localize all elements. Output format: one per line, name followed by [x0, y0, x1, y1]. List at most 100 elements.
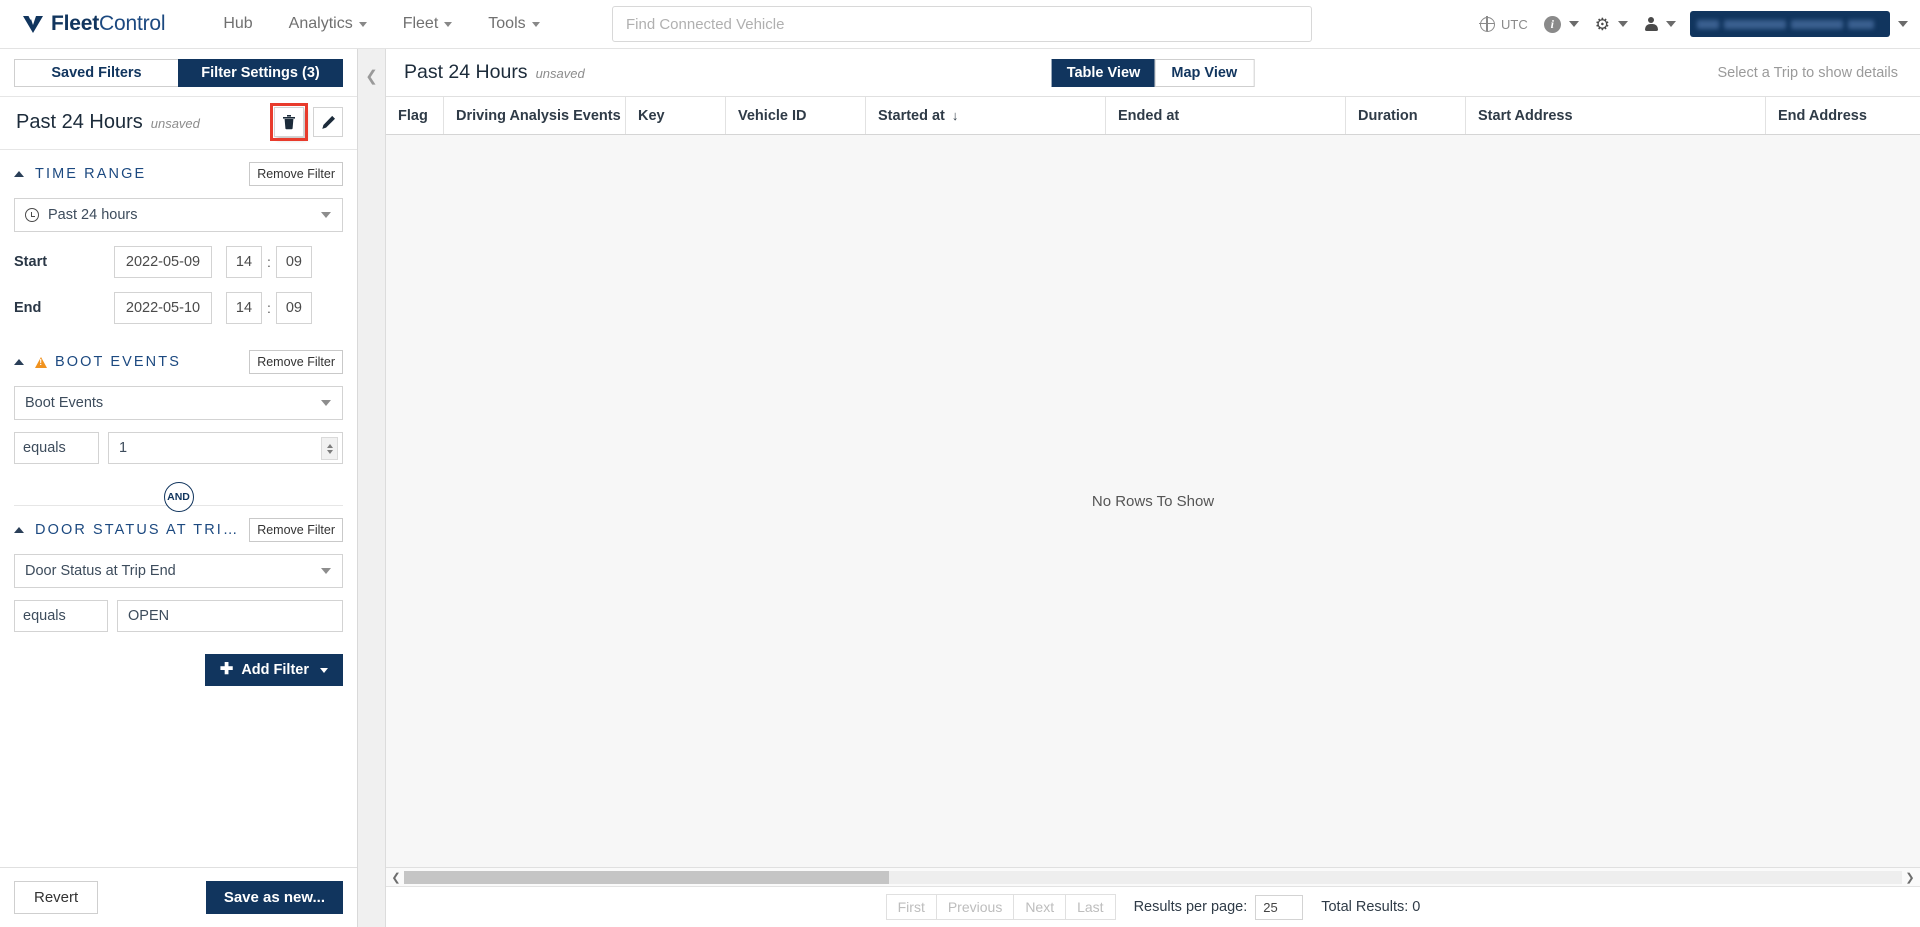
total-results-label: Total Results: 0	[1321, 899, 1421, 915]
primary-nav-links: Hub Analytics Fleet Tools	[205, 0, 557, 49]
boot-events-field-select[interactable]: Boot Events	[14, 386, 343, 420]
boot-events-operator-select[interactable]: equals	[14, 432, 99, 464]
table-header-key[interactable]: Key	[626, 97, 726, 134]
number-stepper[interactable]	[321, 437, 338, 460]
filter-sidebar: Saved Filters Filter Settings (3) Past 2…	[0, 49, 358, 927]
nav-item-hub-label: Hub	[223, 15, 253, 32]
filter-section-door-status: DOOR STATUS AT TRI… Remove Filter Door S…	[0, 506, 357, 632]
search-input[interactable]	[612, 6, 1312, 42]
remove-filter-time-range-button[interactable]: Remove Filter	[249, 162, 343, 186]
nav-item-analytics[interactable]: Analytics	[271, 0, 385, 49]
tab-saved-filters-label: Saved Filters	[51, 65, 142, 81]
user-menu[interactable]	[1644, 17, 1676, 31]
horizontal-scrollbar[interactable]: ❮ ❯	[386, 867, 1920, 886]
filter-name: Past 24 Hours	[16, 110, 143, 133]
chevron-left-icon: ❮	[365, 68, 378, 85]
clock-icon	[25, 208, 39, 222]
add-filter-button[interactable]: ✚ Add Filter	[204, 654, 343, 686]
scroll-left-icon[interactable]: ❮	[388, 871, 404, 884]
edit-filter-button[interactable]	[313, 107, 343, 137]
account-selector[interactable]	[1690, 11, 1890, 37]
delete-filter-button[interactable]	[270, 103, 308, 141]
chevron-up-icon[interactable]	[14, 527, 24, 533]
table-header-label: Driving Analysis Events	[456, 107, 621, 124]
chevron-down-icon	[358, 21, 367, 27]
table-header-end-address[interactable]: End Address	[1766, 97, 1920, 134]
table-header-duration[interactable]: Duration	[1346, 97, 1466, 134]
timezone-selector[interactable]: UTC	[1479, 15, 1528, 32]
chevron-up-icon[interactable]	[14, 359, 24, 365]
filter-joiner: AND	[14, 478, 343, 512]
trip-details-hint: Select a Trip to show details	[1717, 64, 1898, 81]
end-date-input[interactable]	[114, 292, 212, 324]
chevron-down-icon	[320, 667, 328, 673]
save-as-new-button[interactable]: Save as new...	[205, 881, 343, 914]
nav-item-analytics-label: Analytics	[288, 15, 353, 32]
tab-table-view[interactable]: Table View	[1051, 58, 1155, 87]
time-range-preset-select[interactable]: Past 24 hours	[14, 198, 343, 232]
scroll-right-icon[interactable]: ❯	[1902, 871, 1918, 884]
globe-icon	[1479, 15, 1496, 32]
first-page-button[interactable]: First	[885, 894, 936, 920]
previous-page-button[interactable]: Previous	[935, 894, 1014, 920]
table-header-driving-analysis-events[interactable]: Driving Analysis Events	[444, 97, 626, 134]
door-status-condition-row: equals OPEN	[14, 600, 343, 632]
tab-filter-settings-label: Filter Settings (3)	[201, 65, 320, 81]
brand-logo[interactable]: Fleet Control	[22, 12, 166, 36]
start-minute-input[interactable]	[275, 246, 312, 278]
tab-map-view-label: Map View	[1171, 64, 1238, 81]
chevron-down-icon[interactable]	[1898, 21, 1908, 27]
collapse-sidebar-button[interactable]: ❮	[358, 49, 386, 927]
table-header-label: Start Address	[1478, 107, 1573, 124]
remove-filter-boot-events-button[interactable]: Remove Filter	[249, 350, 343, 374]
next-page-button[interactable]: Next	[1013, 894, 1066, 920]
boot-events-value-input[interactable]: 1	[108, 432, 343, 464]
nav-item-hub[interactable]: Hub	[205, 0, 270, 49]
chevron-up-icon[interactable]	[14, 171, 24, 177]
end-hour-input[interactable]	[226, 292, 262, 324]
tab-map-view[interactable]: Map View	[1154, 58, 1255, 87]
door-status-value-select[interactable]: OPEN	[117, 600, 343, 632]
account-label-redacted	[1791, 19, 1843, 29]
table-header-start-address[interactable]: Start Address	[1466, 97, 1766, 134]
start-date-input[interactable]	[114, 246, 212, 278]
nav-item-fleet[interactable]: Fleet	[385, 0, 471, 49]
nav-item-tools-label: Tools	[488, 15, 526, 32]
revert-button[interactable]: Revert	[14, 881, 99, 914]
end-minute-input[interactable]	[275, 292, 312, 324]
chevron-down-icon	[1618, 21, 1628, 27]
table-header-ended-at[interactable]: Ended at	[1106, 97, 1346, 134]
door-status-operator-value: equals	[23, 608, 66, 624]
warning-icon	[35, 356, 47, 368]
tab-saved-filters[interactable]: Saved Filters	[14, 59, 178, 87]
door-status-operator-select[interactable]: equals	[14, 600, 108, 632]
nav-item-tools[interactable]: Tools	[470, 0, 557, 49]
main-header: Past 24 Hours unsaved Table View Map Vie…	[386, 49, 1920, 97]
section-header-time-range[interactable]: TIME RANGE Remove Filter	[14, 150, 343, 198]
last-page-button[interactable]: Last	[1065, 894, 1116, 920]
main-content: ❮ Past 24 Hours unsaved Table View Map V…	[358, 49, 1920, 927]
start-hour-input[interactable]	[226, 246, 262, 278]
chevron-down-icon	[321, 212, 331, 218]
page-title: Past 24 Hours unsaved	[404, 61, 585, 84]
table-header-flag[interactable]: Flag	[386, 97, 444, 134]
settings-menu[interactable]: ⚙	[1595, 16, 1628, 33]
remove-filter-door-status-button[interactable]: Remove Filter	[249, 518, 343, 542]
stepper-up-icon[interactable]	[326, 443, 333, 448]
search-container	[612, 6, 1312, 42]
scrollbar-track[interactable]	[404, 870, 1902, 884]
door-status-field-select[interactable]: Door Status at Trip End	[14, 554, 343, 588]
section-header-door-status[interactable]: DOOR STATUS AT TRI… Remove Filter	[14, 506, 343, 554]
section-title-time-range: TIME RANGE	[35, 166, 147, 182]
tab-filter-settings[interactable]: Filter Settings (3)	[178, 59, 343, 87]
table-header-started-at[interactable]: Started at ↓	[866, 97, 1106, 134]
help-menu[interactable]: i	[1543, 15, 1579, 33]
results-per-page-select[interactable]: 25	[1255, 894, 1304, 920]
filter-sections-scroll[interactable]: TIME RANGE Remove Filter Past 24 hours S…	[0, 150, 357, 867]
scrollbar-thumb[interactable]	[404, 870, 890, 884]
section-header-boot-events[interactable]: BOOT EVENTS Remove Filter	[14, 338, 343, 386]
pencil-icon	[321, 115, 335, 129]
table-header-vehicle-id[interactable]: Vehicle ID	[726, 97, 866, 134]
stepper-down-icon[interactable]	[326, 449, 333, 454]
table-body: No Rows To Show	[386, 135, 1920, 867]
